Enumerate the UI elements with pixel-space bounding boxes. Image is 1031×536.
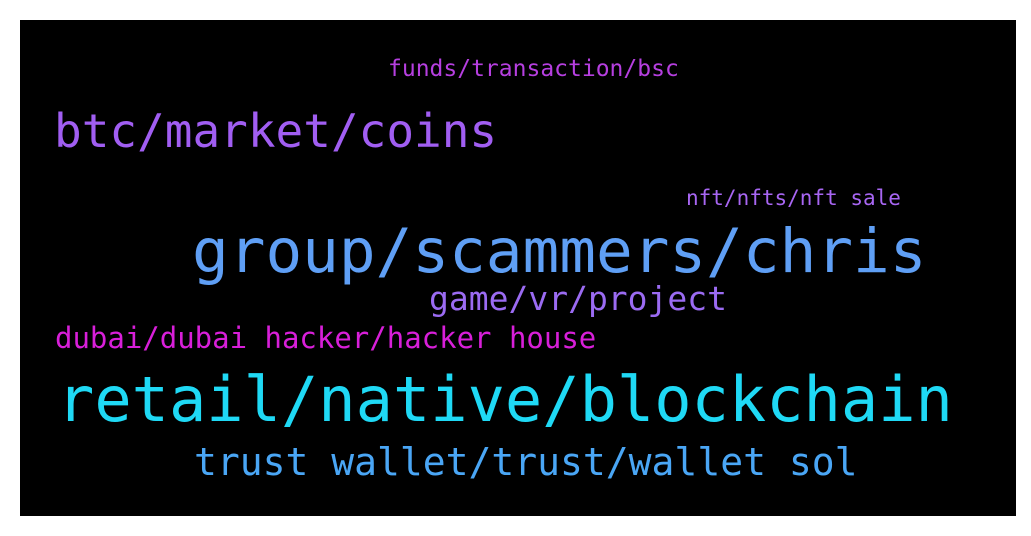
word-btc-market-coins: btc/market/coins (54, 104, 498, 158)
word-funds-transaction-bsc: funds/transaction/bsc (388, 56, 679, 82)
word-trust-wallet-sol: trust wallet/trust/wallet sol (194, 440, 858, 484)
word-cloud: funds/transaction/bsc btc/market/coins n… (20, 20, 1016, 516)
word-game-vr-project: game/vr/project (429, 279, 728, 318)
word-retail-native-blockchain: retail/native/blockchain (57, 363, 953, 436)
word-dubai-hacker-house: dubai/dubai hacker/hacker house (55, 321, 597, 355)
word-group-scammers-chris: group/scammers/chris (192, 216, 927, 287)
word-nft-nfts-nft-sale: nft/nfts/nft sale (686, 186, 901, 210)
